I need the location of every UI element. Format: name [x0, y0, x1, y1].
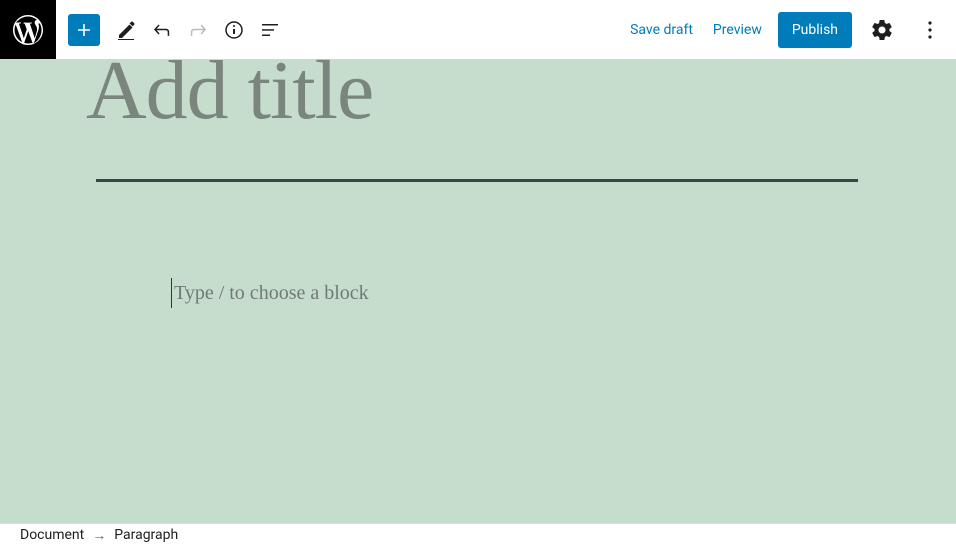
block-breadcrumb: Document → Paragraph	[0, 523, 956, 546]
paragraph-block-input[interactable]: Type / to choose a block	[171, 278, 369, 308]
breadcrumb-separator-icon: →	[92, 527, 106, 544]
plus-icon	[72, 18, 96, 42]
preview-button[interactable]: Preview	[709, 14, 766, 46]
toolbar-right-group: Save draft Preview Publish	[626, 12, 948, 48]
save-draft-button[interactable]: Save draft	[626, 14, 697, 46]
outline-button[interactable]	[252, 12, 288, 48]
edit-tool-button[interactable]	[108, 12, 144, 48]
post-title-input[interactable]: Add title	[86, 49, 373, 133]
undo-icon	[150, 18, 174, 42]
publish-button[interactable]: Publish	[778, 12, 852, 48]
wordpress-icon	[10, 12, 46, 48]
list-view-icon	[258, 18, 282, 42]
toolbar-left-group	[68, 12, 288, 48]
redo-button[interactable]	[180, 12, 216, 48]
undo-button[interactable]	[144, 12, 180, 48]
add-block-button[interactable]	[68, 14, 100, 46]
editor-canvas: Add title Type / to choose a block	[0, 59, 956, 523]
info-button[interactable]	[216, 12, 252, 48]
pencil-icon	[114, 18, 138, 42]
settings-button[interactable]	[864, 12, 900, 48]
separator-block[interactable]	[96, 179, 858, 182]
more-options-button[interactable]	[912, 12, 948, 48]
wordpress-logo-button[interactable]	[0, 0, 56, 59]
breadcrumb-current[interactable]: Paragraph	[114, 527, 178, 543]
gear-icon	[870, 18, 894, 42]
kebab-icon	[918, 18, 942, 42]
redo-icon	[186, 18, 210, 42]
info-icon	[222, 18, 246, 42]
breadcrumb-root[interactable]: Document	[20, 527, 84, 543]
